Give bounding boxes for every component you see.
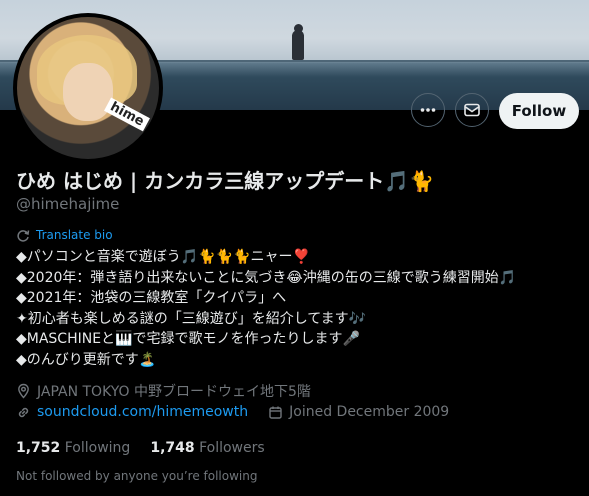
link-icon [16,405,31,420]
envelope-icon [463,101,481,119]
banner-figure [292,30,304,60]
avatar-tag: hime [104,97,151,132]
bio-line: ◆のんびり更新です🏝️ [16,351,157,368]
avatar-face [63,63,113,121]
followers-label: Followers [199,440,265,456]
bio: ◆パソコンと音楽で遊ぼう🎵🐈🐈🐈ニャー❣️ ◆2020年：弾き語り出来ないことに… [16,247,516,370]
message-button[interactable] [455,93,489,127]
bio-line: ◆2021年：池袋の三線教室「クイパラ」へ [16,290,287,306]
joined-date: Joined December 2009 [289,404,450,420]
handle: @himehajime [16,195,120,213]
calendar-icon [268,405,283,420]
translate-icon [16,228,30,242]
followers-count: 1,748 [150,440,195,456]
following-link[interactable]: 1,752 Following [16,440,130,456]
translate-bio-button[interactable]: Translate bio [16,228,113,242]
display-name: ひめ はじめ | カンカラ三線アップデート🎵🐈 [16,169,434,193]
follow-stats: 1,752 Following 1,748 Followers [16,440,265,456]
website-joined-row: soundcloud.com/himemeowth Joined Decembe… [16,404,449,420]
bio-line: ◆MASCHINEと🎹で宅録で歌モノを作ったりします🎤 [16,331,360,347]
avatar[interactable]: hime [13,13,163,163]
location-pin-icon [16,383,31,399]
more-button[interactable] [411,93,445,127]
bio-line: ◆パソコンと音楽で遊ぼう🎵🐈🐈🐈ニャー❣️ [16,249,310,265]
more-horizontal-icon [419,101,437,119]
not-followed-notice: Not followed by anyone you’re following [16,469,258,483]
following-count: 1,752 [16,440,61,456]
bio-line: ◆2020年：弾き語り出来ないことに気づき😂沖縄の缶の三線で歌う練習開始🎵 [16,269,517,286]
follow-button[interactable]: Follow [499,93,579,129]
website-link[interactable]: soundcloud.com/himemeowth [37,404,248,420]
following-label: Following [64,440,131,456]
bio-line: ✦初心者も楽しめる謎の「三線遊び」を紹介してます🎶 [16,310,367,327]
location-text: JAPAN TOKYO 中野ブロードウェイ地下5階 [37,384,311,400]
followers-link[interactable]: 1,748 Followers [150,440,264,456]
translate-label: Translate bio [36,228,113,242]
location-row: JAPAN TOKYO 中野ブロードウェイ地下5階 [16,381,311,401]
